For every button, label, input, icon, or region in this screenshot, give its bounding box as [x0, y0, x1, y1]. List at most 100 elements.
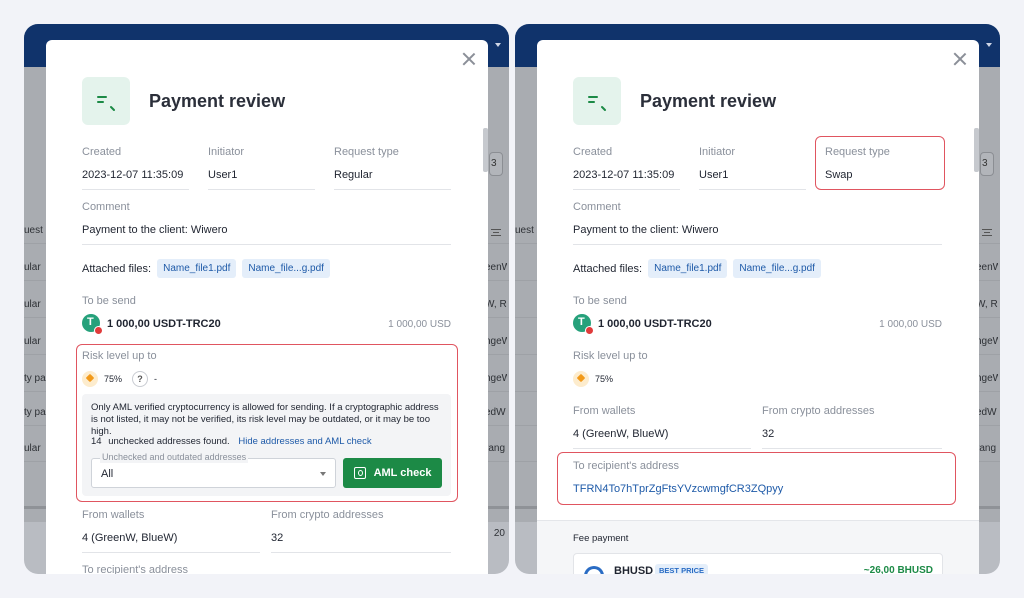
bg-partial-box: 3: [489, 152, 503, 176]
file-chip[interactable]: Name_file...g.pdf: [733, 259, 821, 278]
comment-field: Comment Payment to the client: Wiwero: [82, 201, 451, 245]
bg-cell: rang: [485, 443, 506, 454]
file-chip[interactable]: Name_file...g.pdf: [242, 259, 330, 278]
comment-label: Comment: [573, 201, 621, 213]
bg-cell: ngeW: [976, 373, 998, 384]
bg-cell: ular: [24, 262, 41, 273]
bg-cell: ngeW: [485, 336, 507, 347]
filter-lines-icon: [491, 229, 501, 236]
initiator-value: User1: [699, 169, 806, 190]
from-wallets-field: From wallets 4 (GreenW, BlueW): [573, 405, 751, 449]
header-dropdown-icon[interactable]: [986, 43, 992, 47]
bg-cell: edW: [976, 407, 997, 418]
bg-cell: edW: [485, 407, 506, 418]
to-be-send-label: To be send: [82, 295, 136, 307]
tron-badge-icon: [585, 326, 594, 335]
fee-payment-section: Fee payment BHUSD BEST PRICE ~26,00 BHUS…: [537, 520, 979, 574]
document-search-icon: [573, 77, 621, 125]
bg-partial-box: 3: [980, 152, 994, 176]
from-wallets-field: From wallets 4 (GreenW, BlueW): [82, 509, 260, 553]
modal-title: Payment review: [149, 91, 286, 111]
attached-files: Attached files: Name_file1.pdf Name_file…: [82, 259, 336, 278]
best-price-badge: BEST PRICE: [655, 564, 709, 574]
send-amount-usd: 1 000,00 USD: [879, 319, 942, 330]
risk-section-highlight: [76, 344, 458, 502]
modal-title: Payment review: [640, 91, 777, 111]
bg-cell: ty pa: [24, 373, 46, 384]
send-amount-usd: 1 000,00 USD: [388, 319, 451, 330]
request-type-value: Regular: [334, 169, 451, 190]
bg-cell: ular: [24, 443, 41, 454]
scrollbar-thumb[interactable]: [483, 128, 488, 172]
request-type-field: Request type Regular: [334, 146, 451, 190]
created-label: Created: [573, 146, 613, 158]
initiator-label: Initiator: [208, 146, 245, 158]
from-crypto-label: From crypto addresses: [762, 405, 875, 417]
file-chip[interactable]: Name_file1.pdf: [648, 259, 728, 278]
from-crypto-field: From crypto addresses 32: [271, 509, 451, 553]
bg-column-header: uest: [24, 225, 43, 236]
from-wallets-label: From wallets: [82, 509, 145, 521]
usdt-coin-icon: [82, 314, 103, 335]
bhusd-coin-icon: [584, 566, 604, 574]
bg-cell: ular: [24, 299, 41, 310]
risk-level-icon: [573, 371, 589, 387]
created-label: Created: [82, 146, 122, 158]
payment-review-modal: Payment review Created 2023-12-07 11:35:…: [537, 40, 979, 574]
from-wallets-label: From wallets: [573, 405, 636, 417]
from-crypto-label: From crypto addresses: [271, 509, 384, 521]
bg-column-header: uest: [515, 225, 534, 236]
bg-cell: W, R: [976, 299, 998, 310]
header-dropdown-icon[interactable]: [495, 43, 501, 47]
bg-partial-number: 20: [493, 528, 505, 539]
scrollbar-thumb[interactable]: [974, 128, 979, 172]
created-field: Created 2023-12-07 11:35:09: [573, 146, 680, 190]
from-crypto-field: From crypto addresses 32: [762, 405, 942, 449]
payment-review-modal: Payment review Created 2023-12-07 11:35:…: [46, 40, 488, 574]
initiator-field: Initiator User1: [699, 146, 806, 190]
file-chip[interactable]: Name_file1.pdf: [157, 259, 237, 278]
attached-files-label: Attached files:: [573, 262, 643, 275]
send-amount: 1 000,00 USDT-TRC20: [107, 318, 221, 330]
bg-cell: ngeW: [485, 373, 507, 384]
request-type-label: Request type: [334, 146, 399, 158]
comment-label: Comment: [82, 201, 130, 213]
initiator-field: Initiator User1: [208, 146, 315, 190]
right-app-window: uest eenW W, R ngeW ngeW edW rang 3 Paym…: [515, 24, 1000, 574]
risk-level-label: Risk level up to: [573, 350, 648, 362]
created-field: Created 2023-12-07 11:35:09: [82, 146, 189, 190]
tron-badge-icon: [94, 326, 103, 335]
comment-field: Comment Payment to the client: Wiwero: [573, 201, 942, 245]
fee-option-card[interactable]: BHUSD BEST PRICE ~26,00 BHUSD: [573, 553, 943, 574]
from-wallets-value: 4 (GreenW, BlueW): [573, 428, 751, 449]
bg-cell: eenW: [485, 262, 507, 273]
request-type-highlight: [815, 136, 945, 190]
from-crypto-value: 32: [271, 532, 451, 553]
recipient-highlight: [557, 452, 956, 505]
created-value: 2023-12-07 11:35:09: [82, 169, 189, 190]
close-icon[interactable]: [462, 52, 476, 66]
from-wallets-value: 4 (GreenW, BlueW): [82, 532, 260, 553]
risk-level-row: 75%: [573, 371, 613, 387]
close-icon[interactable]: [953, 52, 967, 66]
left-app-window: uest ular eenW ular W, R ular ngeW ty pa…: [24, 24, 509, 574]
comment-value: Payment to the client: Wiwero: [82, 224, 451, 245]
fee-price: ~26,00 BHUSD: [863, 565, 933, 574]
from-crypto-value: 32: [762, 428, 942, 449]
document-search-icon: [82, 77, 130, 125]
bg-cell: ngeW: [976, 336, 998, 347]
filter-lines-icon: [982, 229, 992, 236]
initiator-value: User1: [208, 169, 315, 190]
bg-cell: ular: [24, 336, 41, 347]
fee-payment-title: Fee payment: [573, 533, 629, 544]
risk-percent: 75%: [595, 374, 614, 384]
attached-files-label: Attached files:: [82, 262, 152, 275]
recipient-label: To recipient's address: [82, 564, 189, 574]
to-be-send-label: To be send: [573, 295, 627, 307]
created-value: 2023-12-07 11:35:09: [573, 169, 680, 190]
bg-cell: rang: [976, 443, 997, 454]
bg-cell: W, R: [485, 299, 507, 310]
comment-value: Payment to the client: Wiwero: [573, 224, 942, 245]
fee-coin-name: BHUSD: [614, 565, 654, 574]
send-amount: 1 000,00 USDT-TRC20: [598, 318, 712, 330]
